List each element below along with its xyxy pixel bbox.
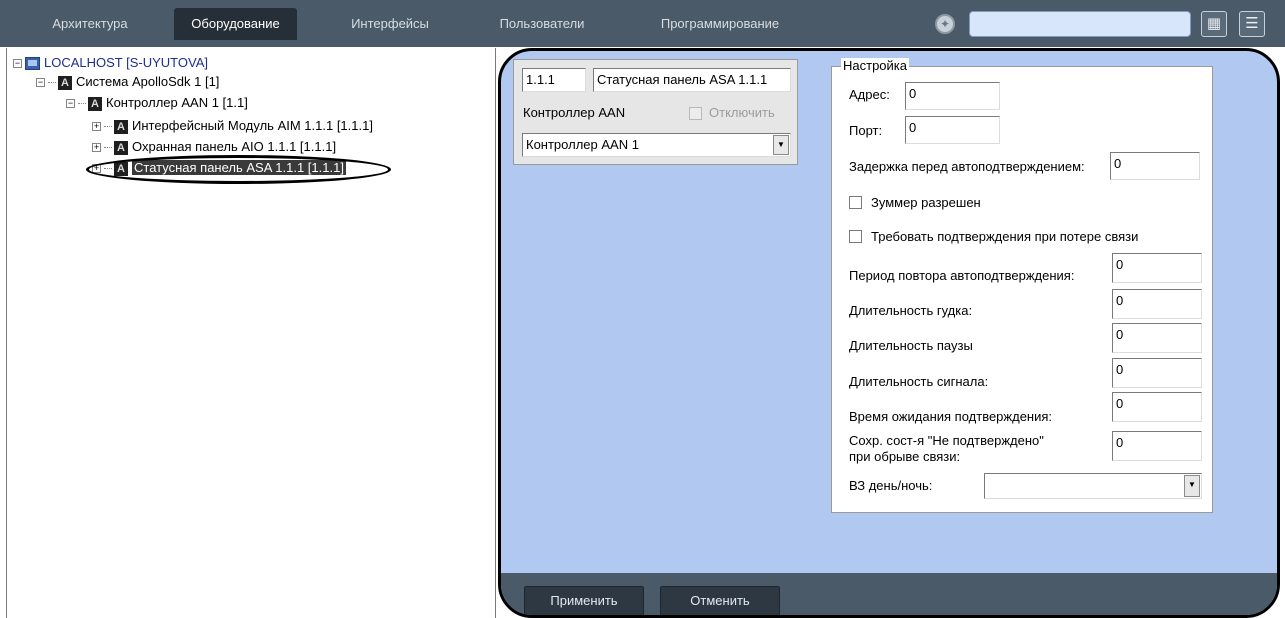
top-tab-bar: Архитектура Оборудование Интерфейсы Поль… — [0, 0, 1285, 47]
autoconfirm-delay-label: Задержка перед автоподтверждением: — [849, 159, 1085, 174]
object-id-field[interactable]: 1.1.1 — [522, 68, 586, 92]
search-input[interactable] — [969, 11, 1191, 37]
tab-interfaces[interactable]: Интерфейсы — [330, 8, 450, 40]
parent-select[interactable]: Контроллер AAN 1 ▼ — [522, 133, 791, 157]
tree-node-aio[interactable]: + A Охранная панель AIO 1.1.1 [1.1.1] — [92, 138, 336, 156]
beep-duration-field[interactable]: 0 — [1112, 289, 1202, 319]
tree-node-aim[interactable]: + A Интерфейсный Модуль AIM 1.1.1 [1.1.1] — [92, 117, 373, 135]
compass-icon[interactable]: ✦ — [935, 14, 955, 34]
pause-duration-label: Длительность паузы — [849, 338, 973, 353]
require-ack-checkbox[interactable] — [849, 230, 862, 243]
pause-duration-field[interactable]: 0 — [1112, 323, 1202, 353]
tree-node-label: Интерфейсный Модуль AIM 1.1.1 [1.1.1] — [132, 118, 373, 133]
daynight-label: ВЗ день/ночь: — [849, 478, 933, 493]
tree-node-system[interactable]: − A Система ApolloSdk 1 [1] — [36, 73, 219, 91]
highlight-ellipse — [86, 155, 391, 184]
tree-node-controller[interactable]: − A Контроллер AAN 1 [1.1] — [66, 94, 248, 112]
signal-duration-field[interactable]: 0 — [1112, 358, 1202, 388]
object-name-field[interactable]: Статусная панель ASA 1.1.1 — [593, 68, 791, 92]
expand-icon[interactable]: + — [92, 122, 101, 132]
chevron-down-icon[interactable]: ▼ — [773, 135, 789, 155]
disable-checkbox[interactable] — [689, 107, 702, 120]
repeat-period-field[interactable]: 0 — [1112, 253, 1202, 283]
keep-state-label-line2: при обрыве связи: — [849, 449, 961, 464]
tree-node-localhost[interactable]: − LOCALHOST [S-UYUTOVA] — [13, 54, 208, 72]
repeat-period-label: Период повтора автоподтверждения: — [849, 268, 1075, 283]
parent-type-label: Контроллер AAN — [523, 105, 626, 120]
keep-state-field[interactable]: 0 — [1112, 431, 1202, 461]
object-tree-pane: − LOCALHOST [S-UYUTOVA] − A Система ApolloS… — [6, 48, 496, 618]
port-field[interactable]: 0 — [905, 116, 1000, 144]
settings-group: Настройка Адрес: 0 Порт: 0 Задержка пере… — [831, 58, 1213, 513]
menu-icon[interactable]: ☰ — [1239, 11, 1265, 37]
ack-wait-label: Время ожидания подтверждения: — [849, 409, 1053, 424]
buzzer-checkbox[interactable] — [849, 196, 862, 209]
signal-duration-label: Длительность сигнала: — [849, 374, 989, 389]
tree-node-label: LOCALHOST [S-UYUTOVA] — [44, 55, 208, 70]
grid-view-icon[interactable]: ▦ — [1201, 11, 1227, 37]
collapse-icon[interactable]: − — [36, 78, 45, 88]
collapse-icon[interactable]: − — [13, 59, 22, 69]
tab-programming[interactable]: Программирование — [640, 8, 800, 40]
disable-label: Отключить — [709, 105, 775, 120]
collapse-icon[interactable]: − — [66, 99, 75, 109]
expand-icon[interactable]: + — [92, 143, 101, 153]
apollo-icon: A — [58, 75, 72, 90]
buzzer-label: Зуммер разрешен — [871, 195, 981, 210]
apollo-icon: A — [114, 119, 128, 134]
parent-select-value: Контроллер AAN 1 — [526, 137, 639, 152]
daynight-select[interactable]: ▼ — [984, 473, 1202, 499]
beep-duration-label: Длительность гудка: — [849, 303, 973, 318]
address-label: Адрес: — [849, 87, 890, 102]
apollo-icon: A — [114, 140, 128, 155]
keep-state-label: Сохр. сост-я "Не подтверждено" — [849, 433, 1044, 448]
object-header-box: 1.1.1 Статусная панель ASA 1.1.1 Контрол… — [513, 59, 798, 165]
tree-node-label: Контроллер AAN 1 [1.1] — [106, 95, 248, 110]
port-label: Порт: — [849, 123, 883, 138]
settings-panel: 1.1.1 Статусная панель ASA 1.1.1 Контрол… — [498, 48, 1280, 618]
tab-equipment[interactable]: Оборудование — [174, 8, 297, 40]
tree-node-label: Охранная панель AIO 1.1.1 [1.1.1] — [132, 139, 337, 154]
tab-architecture[interactable]: Архитектура — [30, 8, 150, 40]
require-ack-label: Требовать подтверждения при потере связи — [871, 229, 1139, 244]
cancel-button[interactable]: Отменить — [660, 586, 780, 615]
tree-node-label: Система ApolloSdk 1 [1] — [76, 74, 220, 89]
apollo-icon: A — [88, 96, 102, 111]
bottom-button-bar: Применить Отменить — [501, 573, 1277, 615]
tab-users[interactable]: Пользователи — [482, 8, 602, 40]
computer-icon — [25, 57, 40, 71]
ack-wait-field[interactable]: 0 — [1112, 392, 1202, 422]
apply-button[interactable]: Применить — [524, 586, 644, 615]
autoconfirm-delay-field[interactable]: 0 — [1110, 152, 1200, 180]
chevron-down-icon[interactable]: ▼ — [1184, 475, 1200, 497]
address-field[interactable]: 0 — [905, 82, 1000, 110]
settings-group-title: Настройка — [841, 58, 909, 73]
